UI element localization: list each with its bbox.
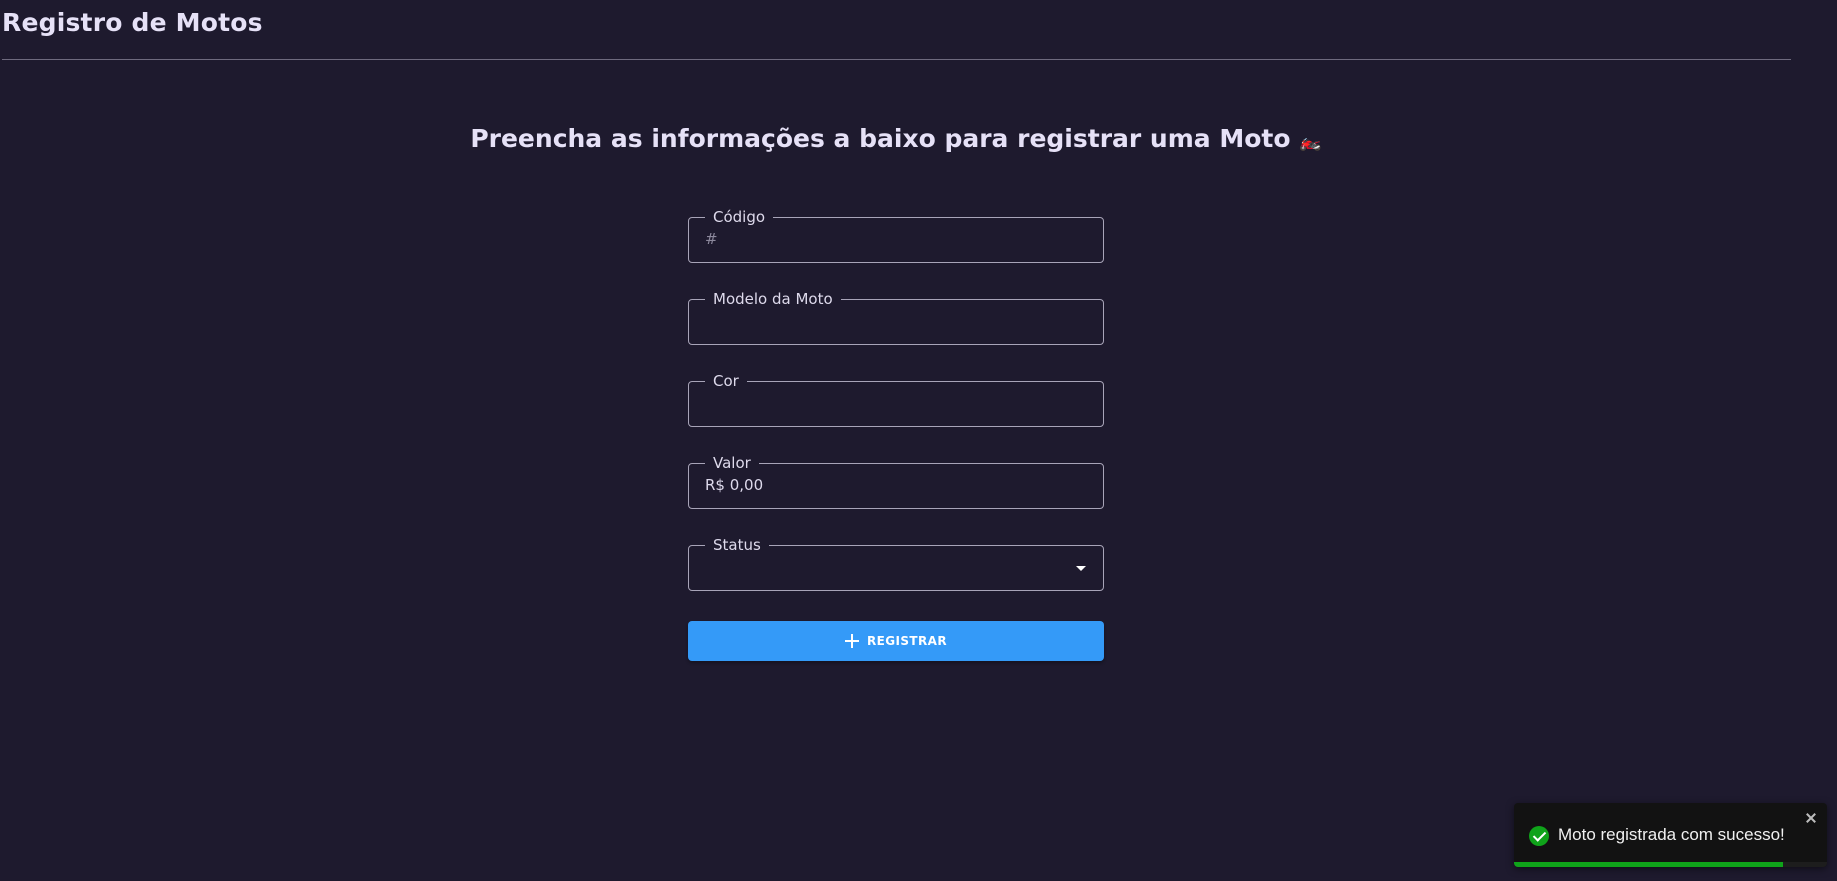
register-button-label: REGISTRAR (867, 634, 947, 648)
plus-icon (845, 634, 860, 648)
form-heading-text: Preencha as informações a baixo para reg… (470, 124, 1291, 153)
modelo-label: Modelo da Moto (713, 290, 833, 308)
register-form: Código # Modelo da Moto Cor Valor R$ 0,0… (688, 209, 1104, 661)
valor-field[interactable]: Valor R$ 0,00 (688, 455, 1104, 509)
codigo-field[interactable]: Código # (688, 209, 1104, 263)
header-divider (2, 59, 1791, 60)
close-icon[interactable] (1805, 812, 1817, 824)
cor-outline: Cor (688, 373, 1104, 427)
dropdown-arrow-icon[interactable] (1076, 566, 1086, 571)
check-circle-icon (1529, 826, 1549, 846)
toast-progress-bar (1514, 862, 1784, 867)
status-label: Status (713, 536, 761, 554)
success-toast[interactable]: Moto registrada com sucesso! (1514, 803, 1827, 867)
status-select[interactable]: Status (688, 537, 1104, 591)
modelo-field[interactable]: Modelo da Moto (688, 291, 1104, 345)
valor-input[interactable]: R$ 0,00 (705, 476, 763, 494)
register-button[interactable]: REGISTRAR (688, 621, 1104, 661)
motorcycle-icon: 🏍️ (1299, 131, 1322, 152)
cor-field[interactable]: Cor (688, 373, 1104, 427)
form-heading: Preencha as informações a baixo para reg… (0, 124, 1792, 153)
codigo-outline: Código (688, 209, 1104, 263)
toast-progress-track (1514, 862, 1827, 867)
codigo-input[interactable]: # (705, 230, 718, 248)
cor-label: Cor (713, 372, 739, 390)
toast-message: Moto registrada com sucesso! (1558, 825, 1785, 844)
status-outline: Status (688, 537, 1104, 591)
modelo-outline: Modelo da Moto (688, 291, 1104, 345)
page: Registro de Motos Preencha as informaçõe… (0, 0, 1837, 881)
codigo-label: Código (713, 208, 766, 226)
app-title: Registro de Motos (2, 8, 263, 37)
valor-label: Valor (713, 454, 751, 472)
